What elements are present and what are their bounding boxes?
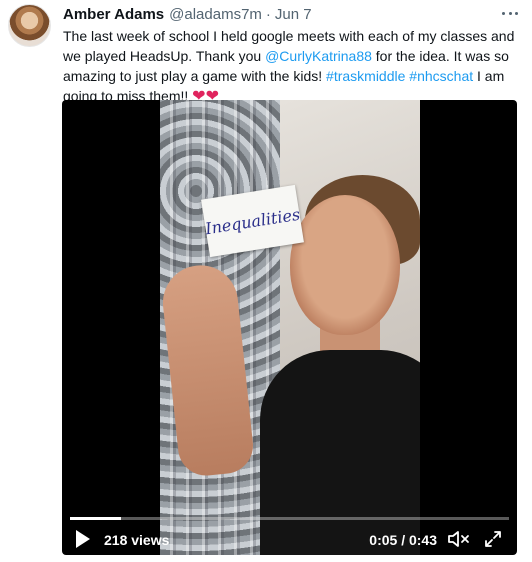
separator-dot: · — [265, 5, 271, 23]
view-count: 218 views — [104, 532, 170, 548]
more-icon[interactable] — [500, 5, 520, 21]
video-frame[interactable]: Inequalities — [160, 100, 420, 555]
hashtag-link-nhcschat[interactable]: #nhcschat — [409, 68, 473, 84]
author-name[interactable]: Amber Adams — [63, 6, 164, 23]
fullscreen-icon[interactable] — [483, 529, 503, 549]
video-player[interactable]: Inequalities 218 views 0:05 / 0:43 — [62, 100, 517, 555]
tweet-text: The last week of school I held google me… — [63, 26, 521, 107]
video-controls: 218 views 0:05 / 0:43 — [62, 507, 517, 555]
mention-link[interactable]: @CurlyKatrina88 — [265, 48, 372, 64]
avatar[interactable] — [8, 4, 51, 47]
tweet[interactable]: Amber Adams @aladams7m · Jun 7 The last … — [0, 0, 532, 562]
play-icon[interactable] — [76, 530, 90, 548]
playback-time: 0:05 / 0:43 — [369, 532, 437, 548]
progress-fill — [70, 517, 121, 520]
person-face — [290, 195, 400, 335]
progress-bar[interactable] — [70, 517, 509, 520]
hashtag-link-traskmiddle[interactable]: #traskmiddle — [326, 68, 405, 84]
tweet-date[interactable]: Jun 7 — [275, 6, 312, 23]
mute-icon[interactable] — [447, 529, 471, 549]
tweet-header: Amber Adams @aladams7m · Jun 7 — [63, 4, 520, 24]
author-handle[interactable]: @aladams7m — [169, 6, 262, 23]
card-word: Inequalities — [203, 204, 302, 238]
